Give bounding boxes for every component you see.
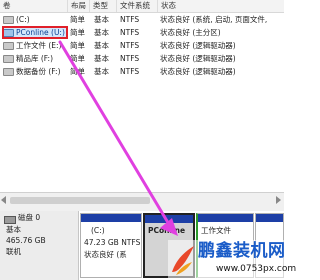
volume-status: 状态良好 (逻辑驱动器) (160, 67, 236, 76)
volume-name: 精品库 (F:) (16, 54, 53, 63)
drive-gray-icon (3, 55, 14, 63)
watermark: 鹏鑫装机网 www.0753px.com (168, 240, 296, 280)
volume-layout: 简单 (70, 41, 85, 50)
volume-fs: NTFS (120, 28, 140, 37)
partition-bar (256, 214, 283, 222)
volume-fs: NTFS (120, 67, 140, 76)
scrollbar-thumb[interactable] (10, 197, 150, 204)
volume-name: (C:) (16, 15, 30, 24)
volume-list-header: 卷 布局 类型 文件系统 状态 (0, 0, 284, 13)
drive-gray-icon (3, 68, 14, 76)
volume-row-e[interactable]: 工作文件 (E:) 简单 基本 NTFS 状态良好 (逻辑驱动器) (0, 39, 284, 52)
volume-row-backup[interactable]: 数据备份 (F:) 简单 基本 NTFS 状态良好 (逻辑驱动器) (0, 65, 284, 78)
volume-type: 基本 (94, 41, 109, 50)
volume-fs: NTFS (120, 15, 140, 24)
disk-info-panel[interactable]: 磁盘 0 基本 465.76 GB 联机 (0, 211, 79, 280)
disk-icon (4, 216, 16, 224)
disk-state: 联机 (6, 247, 21, 256)
volume-layout: 简单 (70, 15, 85, 24)
selection-outline (2, 26, 68, 39)
bird-logo-icon (172, 246, 194, 275)
volume-list: 卷 布局 类型 文件系统 状态 (C:) 简单 基本 NTFS 状态良好 (系统… (0, 0, 284, 192)
partition-bar (81, 214, 141, 222)
volume-name: 工作文件 (E:) (16, 41, 62, 50)
disk-name: 磁盘 0 (18, 213, 41, 222)
scroll-right-arrow-icon[interactable] (276, 196, 281, 204)
drive-gray-icon (3, 42, 14, 50)
partition-size: 47.23 GB NTFS (84, 238, 141, 247)
watermark-title: 鹏鑫装机网 (198, 241, 286, 261)
disk-type: 基本 (6, 225, 21, 234)
volume-fs: NTFS (120, 41, 140, 50)
partition-c[interactable]: (C:) 47.23 GB NTFS 状态良好 (系 (80, 213, 142, 278)
column-header-volume[interactable]: 卷 (0, 0, 68, 12)
partition-name: (C:) (91, 226, 105, 235)
drive-gray-icon (3, 16, 14, 24)
disk-size: 465.76 GB (6, 236, 46, 245)
volume-type: 基本 (94, 15, 109, 24)
column-header-type[interactable]: 类型 (90, 0, 117, 12)
scroll-left-arrow-icon[interactable] (1, 196, 6, 204)
column-header-status[interactable]: 状态 (158, 0, 284, 12)
volume-layout: 简单 (70, 67, 85, 76)
volume-row-f[interactable]: 精品库 (F:) 简单 基本 NTFS 状态良好 (逻辑驱动器) (0, 52, 284, 65)
partition-name: PConline (148, 226, 186, 235)
column-header-filesystem[interactable]: 文件系统 (117, 0, 158, 12)
volume-name: 数据备份 (F:) (16, 67, 61, 76)
horizontal-scrollbar[interactable] (0, 192, 284, 212)
volume-status: 状态良好 (逻辑驱动器) (160, 54, 236, 63)
volume-row-c[interactable]: (C:) 简单 基本 NTFS 状态良好 (系统, 启动, 页面文件, (0, 13, 284, 26)
volume-layout: 简单 (70, 28, 85, 37)
partition-bar (198, 214, 253, 222)
volume-type: 基本 (94, 54, 109, 63)
partition-status: 状态良好 (系 (84, 250, 127, 259)
column-header-layout[interactable]: 布局 (68, 0, 90, 12)
volume-type: 基本 (94, 67, 109, 76)
volume-status: 状态良好 (逻辑驱动器) (160, 41, 236, 50)
partition-name: 工作文件 (201, 226, 231, 235)
volume-fs: NTFS (120, 54, 140, 63)
volume-status: 状态良好 (主分区) (160, 28, 221, 37)
volume-status: 状态良好 (系统, 启动, 页面文件, (160, 15, 268, 24)
watermark-url: www.0753px.com (216, 264, 297, 274)
volume-layout: 简单 (70, 54, 85, 63)
volume-type: 基本 (94, 28, 109, 37)
partition-bar (145, 215, 193, 223)
